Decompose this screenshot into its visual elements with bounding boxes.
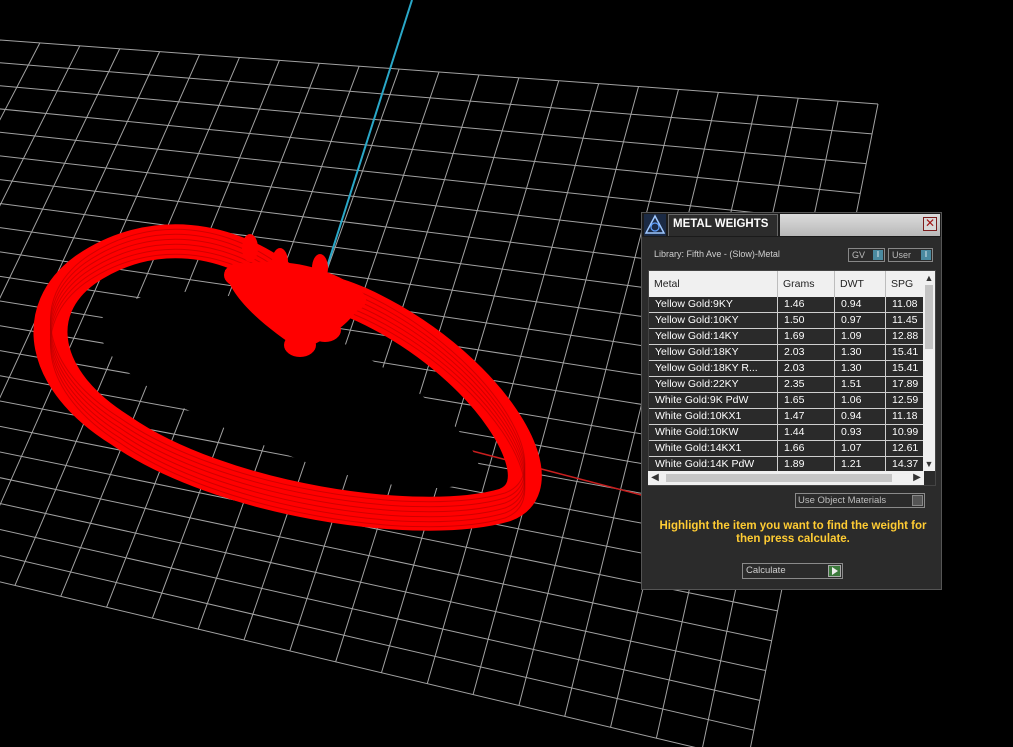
cell-spg: 14.37 bbox=[892, 458, 919, 470]
scroll-left-icon[interactable]: ◀ bbox=[648, 471, 662, 485]
cell-dwt: 0.94 bbox=[835, 297, 886, 312]
cell-metal: Yellow Gold:10KY bbox=[649, 313, 778, 328]
cell-grams: 1.66 bbox=[778, 441, 835, 456]
cell-grams: 1.89 bbox=[778, 457, 835, 472]
table-row[interactable]: White Gold:10KW 1.44 0.93 10.99 bbox=[649, 425, 923, 441]
table-header: Metal Grams DWT SPG bbox=[649, 271, 923, 297]
calculate-button[interactable]: Calculate bbox=[742, 563, 843, 579]
cell-spg: 17.89 bbox=[892, 378, 919, 390]
cell-metal: White Gold:10KX1 bbox=[649, 409, 778, 424]
cell-spg: 11.45 bbox=[892, 314, 918, 326]
cell-grams: 1.47 bbox=[778, 409, 835, 424]
calculate-label: Calculate bbox=[746, 565, 786, 576]
table-row[interactable]: White Gold:14KX1 1.66 1.07 12.61 bbox=[649, 441, 923, 457]
gv-toggle[interactable]: GV I bbox=[848, 248, 885, 262]
table-row[interactable]: Yellow Gold:14KY 1.69 1.09 12.88 bbox=[649, 329, 923, 345]
table-row[interactable]: Yellow Gold:10KY 1.50 0.97 11.45 bbox=[649, 313, 923, 329]
cell-grams: 1.69 bbox=[778, 329, 835, 344]
cell-dwt: 1.51 bbox=[835, 377, 886, 392]
cell-metal: Yellow Gold:18KY R... bbox=[649, 361, 778, 376]
cell-metal: Yellow Gold:22KY bbox=[649, 377, 778, 392]
vertical-scroll-thumb[interactable] bbox=[925, 285, 933, 349]
cell-spg: 12.88 bbox=[892, 330, 919, 342]
cell-dwt: 1.09 bbox=[835, 329, 886, 344]
cell-dwt: 1.30 bbox=[835, 361, 886, 376]
cell-metal: Yellow Gold:14KY bbox=[649, 329, 778, 344]
cell-spg: 15.41 bbox=[892, 362, 919, 374]
cell-metal: White Gold:14KX1 bbox=[649, 441, 778, 456]
table-row[interactable]: White Gold:10KX1 1.47 0.94 11.18 bbox=[649, 409, 923, 425]
cell-dwt: 0.97 bbox=[835, 313, 886, 328]
user-toggle[interactable]: User I bbox=[888, 248, 933, 262]
gv-toggle-label: GV bbox=[852, 250, 866, 260]
cell-grams: 1.44 bbox=[778, 425, 835, 440]
table-row[interactable]: Yellow Gold:18KY R... 2.03 1.30 15.41 bbox=[649, 361, 923, 377]
horizontal-scrollbar[interactable]: ◀ ▶ bbox=[648, 471, 924, 485]
table-row[interactable]: Yellow Gold:18KY 2.03 1.30 15.41 bbox=[649, 345, 923, 361]
cell-grams: 2.03 bbox=[778, 361, 835, 376]
cell-spg: 15.41 bbox=[892, 346, 919, 358]
cell-dwt: 1.21 bbox=[835, 457, 886, 472]
cell-dwt: 1.30 bbox=[835, 345, 886, 360]
header-grams[interactable]: Grams bbox=[778, 271, 835, 297]
cell-spg: 12.61 bbox=[892, 442, 919, 454]
cell-spg: 11.18 bbox=[892, 410, 918, 422]
metal-weights-table: Metal Grams DWT SPG Yellow Gold:9KY 1.46 0… bbox=[648, 270, 936, 486]
close-icon[interactable]: ✕ bbox=[923, 217, 937, 231]
ring-setting-prong bbox=[242, 234, 258, 262]
cell-metal: White Gold:14K PdW bbox=[649, 457, 778, 472]
cell-dwt: 1.07 bbox=[835, 441, 886, 456]
cell-dwt: 0.93 bbox=[835, 425, 886, 440]
use-object-materials-checkbox[interactable]: Use Object Materials bbox=[795, 493, 925, 508]
horizontal-scroll-thumb[interactable] bbox=[666, 474, 892, 482]
library-label: Library: Fifth Ave - (Slow)-Metal bbox=[654, 249, 780, 259]
cell-dwt: 0.94 bbox=[835, 409, 886, 424]
instruction-text: Highlight the item you want to find the … bbox=[659, 520, 927, 545]
table-row[interactable]: Yellow Gold:9KY 1.46 0.94 11.08 bbox=[649, 297, 923, 313]
toggle-knob-icon: I bbox=[921, 250, 931, 260]
vertical-scrollbar[interactable]: ▲ ▼ bbox=[923, 271, 935, 471]
cell-metal: Yellow Gold:18KY bbox=[649, 345, 778, 360]
scroll-up-icon[interactable]: ▲ bbox=[923, 271, 935, 285]
panel-titlebar[interactable]: METAL WEIGHTS ✕ bbox=[642, 213, 941, 237]
panel-title: METAL WEIGHTS bbox=[668, 214, 778, 236]
scroll-right-icon[interactable]: ▶ bbox=[910, 471, 924, 485]
cell-grams: 2.03 bbox=[778, 345, 835, 360]
cell-spg: 12.59 bbox=[892, 394, 919, 406]
user-toggle-label: User bbox=[892, 250, 912, 260]
header-dwt[interactable]: DWT bbox=[835, 271, 886, 297]
header-metal[interactable]: Metal bbox=[649, 271, 778, 297]
matrix-app-icon bbox=[644, 214, 666, 236]
cell-grams: 1.50 bbox=[778, 313, 835, 328]
header-spg[interactable]: SPG bbox=[886, 271, 923, 297]
cell-metal: White Gold:10KW bbox=[649, 425, 778, 440]
play-icon bbox=[828, 565, 841, 577]
cell-spg: 10.99 bbox=[892, 426, 919, 438]
use-object-materials-label: Use Object Materials bbox=[798, 495, 887, 506]
scroll-down-icon[interactable]: ▼ bbox=[923, 457, 935, 471]
toggle-knob-icon: I bbox=[873, 250, 883, 260]
table-row[interactable]: White Gold:9K PdW 1.65 1.06 12.59 bbox=[649, 393, 923, 409]
cell-metal: Yellow Gold:9KY bbox=[649, 297, 778, 312]
table-body: Yellow Gold:9KY 1.46 0.94 11.08 Yellow Gold:… bbox=[649, 297, 923, 485]
cell-grams: 2.35 bbox=[778, 377, 835, 392]
metal-weights-panel: METAL WEIGHTS ✕ Library: Fifth Ave - (Sl… bbox=[641, 212, 942, 590]
checkbox-icon bbox=[912, 495, 923, 506]
cell-grams: 1.46 bbox=[778, 297, 835, 312]
cell-spg: 11.08 bbox=[892, 298, 918, 310]
cell-grams: 1.65 bbox=[778, 393, 835, 408]
cell-dwt: 1.06 bbox=[835, 393, 886, 408]
table-row[interactable]: Yellow Gold:22KY 2.35 1.51 17.89 bbox=[649, 377, 923, 393]
cell-metal: White Gold:9K PdW bbox=[649, 393, 778, 408]
titlebar-filler bbox=[780, 214, 940, 236]
